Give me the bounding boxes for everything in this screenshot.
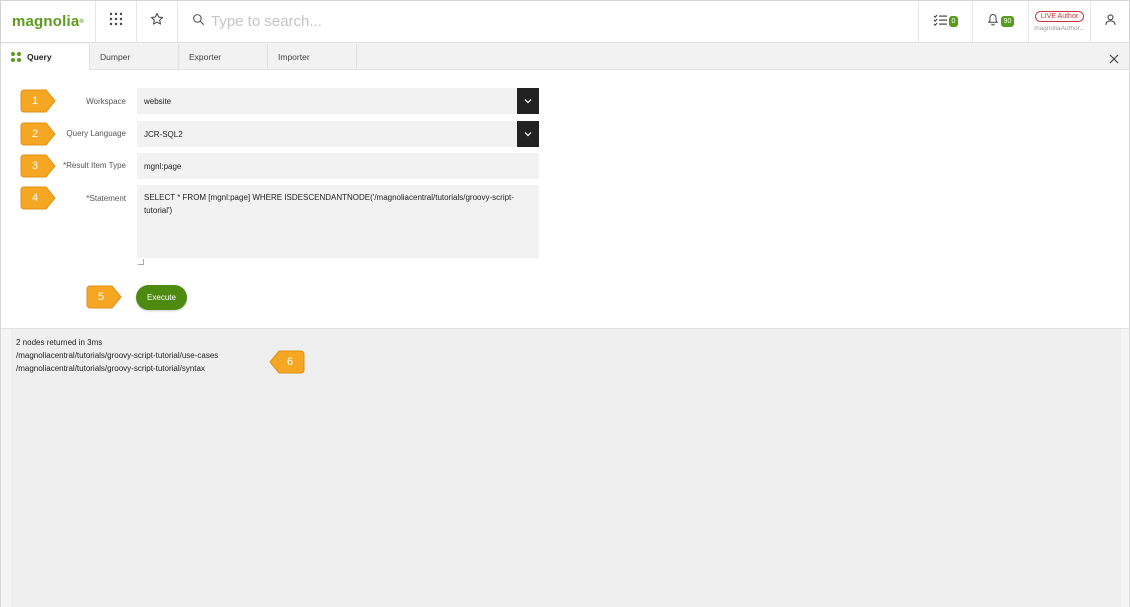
notifications-button[interactable]: 90 [972, 1, 1028, 42]
callout-number: 5 [97, 291, 105, 303]
resize-handle[interactable] [138, 259, 144, 265]
query-language-dropdown-toggle[interactable] [517, 121, 539, 147]
live-author-badge: LIVE Author [1034, 10, 1085, 23]
environment-info: LIVE Author magnoliaAuthor... [1028, 1, 1090, 42]
workspace-select[interactable]: website [137, 88, 539, 114]
tab-query-label: Query [27, 52, 52, 62]
result-item-type-value: mgnl:page [144, 161, 182, 171]
user-name: magnoliaAuthor... [1034, 25, 1085, 33]
tab-bar: Query Dumper Exporter Importer [1, 44, 1129, 70]
tab-importer-label: Importer [278, 52, 310, 62]
callout-marker: 2 [20, 122, 56, 146]
app-launcher-icon [109, 12, 123, 31]
callout-marker: 5 [86, 285, 122, 309]
logo-text: magnolia [11, 13, 80, 30]
tasks-button[interactable]: 0 [918, 1, 972, 42]
top-bar-actions: 0 90 LIVE Author magnoliaAuthor... [918, 1, 1129, 42]
chevron-down-icon [524, 97, 532, 106]
tasks-icon [933, 13, 947, 31]
result-summary: 2 nodes returned in 3ms [16, 338, 103, 347]
chevron-down-icon [524, 130, 532, 139]
tasks-count-badge: 0 [948, 16, 959, 27]
callout-number: 6 [286, 356, 294, 368]
workspace-value: website [144, 96, 172, 106]
notifications-count-badge: 90 [1000, 16, 1015, 27]
search-icon [192, 13, 205, 31]
callout-marker: 4 [20, 186, 56, 210]
result-panel: 2 nodes returned in 3ms /magnoliacentral… [1, 328, 1129, 607]
result-node-path: /magnoliacentral/tutorials/groovy-script… [16, 351, 219, 360]
callout-number: 4 [31, 192, 39, 204]
tab-importer[interactable]: Importer [268, 44, 357, 70]
callout-number: 1 [31, 95, 39, 107]
query-language-value: JCR-SQL2 [144, 129, 183, 139]
app-window: magnolia ® Type to search... 0 90 LIVE A… [0, 0, 1130, 607]
user-menu-button[interactable] [1090, 1, 1129, 42]
top-bar: magnolia ® Type to search... 0 90 LIVE A… [1, 1, 1129, 43]
tab-query[interactable]: Query [1, 44, 90, 70]
tab-exporter-label: Exporter [189, 52, 222, 62]
workspace-dropdown-toggle[interactable] [517, 88, 539, 114]
statement-textarea[interactable]: SELECT * FROM [mgnl:page] WHERE ISDESCEN… [137, 185, 539, 258]
search-bar [178, 1, 918, 42]
execute-button[interactable]: Execute [136, 285, 187, 310]
search-input[interactable] [211, 13, 611, 30]
magnolia-logo[interactable]: magnolia ® [1, 1, 96, 42]
tab-exporter[interactable]: Exporter [179, 44, 268, 70]
bell-icon [987, 13, 999, 31]
callout-marker: 6 [269, 350, 305, 374]
callout-marker: 1 [20, 89, 56, 113]
close-icon[interactable] [1109, 51, 1119, 69]
result-item-type-field[interactable]: mgnl:page [137, 153, 539, 179]
favorites-button[interactable] [137, 1, 178, 42]
result-node-path: /magnoliacentral/tutorials/groovy-script… [16, 364, 205, 373]
star-icon [150, 12, 164, 31]
callout-number: 2 [31, 128, 39, 140]
callout-number: 3 [31, 160, 39, 172]
callout-marker: 3 [20, 154, 56, 178]
app-launcher-button[interactable] [96, 1, 137, 42]
tab-dumper[interactable]: Dumper [90, 44, 179, 70]
query-app-icon [11, 52, 21, 62]
query-language-select[interactable]: JCR-SQL2 [137, 121, 539, 147]
tab-dumper-label: Dumper [100, 52, 131, 62]
user-icon [1104, 13, 1117, 31]
logo-registered-mark: ® [79, 18, 85, 25]
